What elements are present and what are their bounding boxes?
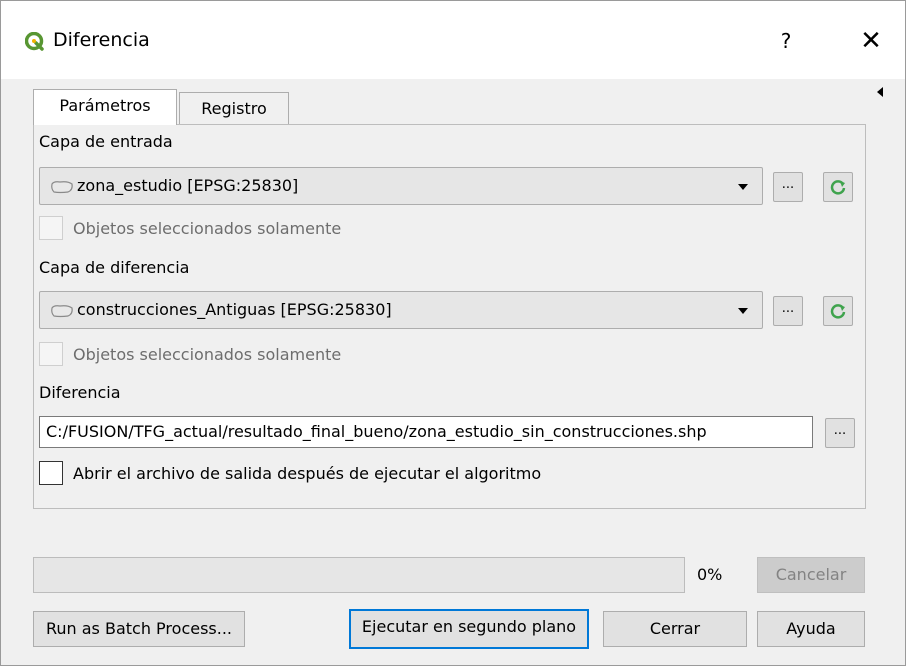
diff-layer-iterate-button[interactable] <box>823 296 853 326</box>
close-button[interactable]: Cerrar <box>603 611 747 647</box>
help-icon[interactable]: ? <box>771 23 801 59</box>
diff-selected-only-label: Objetos seleccionados solamente <box>73 345 342 364</box>
progress-percent: 0% <box>697 565 723 584</box>
chevron-down-icon <box>738 184 748 190</box>
output-path-input[interactable]: C:/FUSION/TFG_actual/resultado_final_bue… <box>39 416 813 448</box>
batch-process-button[interactable]: Run as Batch Process... <box>33 611 245 647</box>
polygon-layer-icon <box>51 305 73 318</box>
input-layer-browse-button[interactable]: ... <box>773 172 803 202</box>
open-output-checkbox[interactable] <box>39 461 63 485</box>
input-layer-combobox[interactable]: zona_estudio [EPSG:25830] <box>39 167 763 205</box>
progress-bar <box>33 557 685 593</box>
output-label: Diferencia <box>39 383 121 402</box>
diff-layer-value: construcciones_Antiguas [EPSG:25830] <box>77 300 392 319</box>
collapse-panel-icon[interactable] <box>875 86 885 98</box>
input-layer-label: Capa de entrada <box>39 132 173 151</box>
help-button[interactable]: Ayuda <box>757 611 865 647</box>
close-icon[interactable]: ✕ <box>853 23 889 59</box>
cancel-button[interactable]: Cancelar <box>757 557 865 593</box>
open-output-label: Abrir el archivo de salida después de ej… <box>73 464 542 483</box>
refresh-icon <box>830 180 846 195</box>
dialog-window: Diferencia ? ✕ Parámetros Registro Capa … <box>0 0 906 666</box>
input-selected-only-checkbox[interactable] <box>39 216 63 240</box>
polygon-layer-icon <box>51 181 73 194</box>
window-title: Diferencia <box>53 29 150 51</box>
title-bar: Diferencia ? ✕ <box>1 1 905 79</box>
diff-layer-combobox[interactable]: construcciones_Antiguas [EPSG:25830] <box>39 291 763 329</box>
chevron-down-icon <box>738 308 748 314</box>
input-layer-iterate-button[interactable] <box>823 172 853 202</box>
qgis-logo-icon <box>25 32 44 51</box>
output-browse-button[interactable]: ... <box>825 418 855 448</box>
diff-layer-browse-button[interactable]: ... <box>773 296 803 326</box>
run-background-button[interactable]: Ejecutar en segundo plano <box>349 609 589 649</box>
diff-selected-only-checkbox[interactable] <box>39 342 63 366</box>
refresh-icon <box>830 304 846 319</box>
input-layer-value: zona_estudio [EPSG:25830] <box>77 176 299 195</box>
diff-layer-label: Capa de diferencia <box>39 258 190 277</box>
input-selected-only-label: Objetos seleccionados solamente <box>73 219 342 238</box>
tab-registro[interactable]: Registro <box>179 92 289 125</box>
tab-parametros[interactable]: Parámetros <box>33 89 177 125</box>
